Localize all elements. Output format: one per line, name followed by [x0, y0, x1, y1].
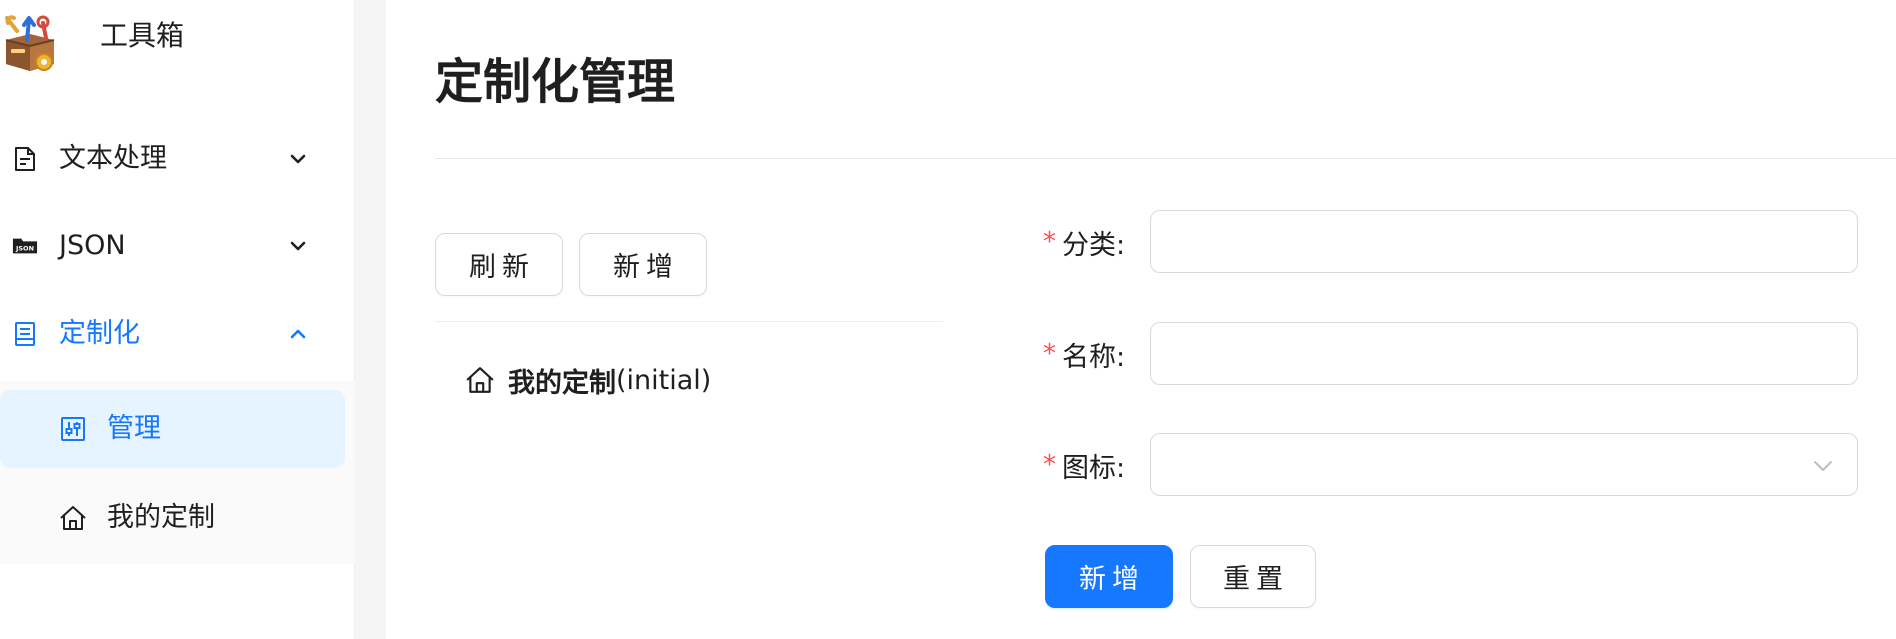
icon-label: * 图标:: [1043, 445, 1125, 485]
chevron-down-icon: [286, 147, 310, 171]
category-label-text: 分类:: [1062, 229, 1126, 261]
required-mark: *: [1043, 339, 1056, 369]
name-label: * 名称:: [1043, 334, 1125, 374]
sliders-icon: [59, 415, 87, 443]
page-title: 定制化管理: [435, 54, 676, 110]
home-icon: [464, 364, 496, 396]
required-mark: *: [1043, 227, 1056, 257]
layout-gutter: [355, 0, 386, 639]
sidebar-subitem-label: 管理: [107, 413, 161, 444]
sidebar-item-text-processing[interactable]: 文本处理: [0, 123, 355, 195]
required-mark: *: [1043, 450, 1056, 480]
sidebar-subitem-my-customization[interactable]: 我的定制: [0, 479, 345, 557]
tree-node-name: 我的定制: [508, 367, 616, 399]
container-icon: [12, 321, 38, 347]
name-label-text: 名称:: [1062, 341, 1126, 373]
chevron-down-icon: [286, 234, 310, 258]
sidebar-item-customization[interactable]: 定制化: [0, 298, 355, 370]
sidebar-item-label: JSON: [59, 230, 126, 261]
chevron-down-icon: [1811, 454, 1835, 478]
file-text-icon: [12, 146, 38, 172]
icon-select[interactable]: [1150, 433, 1858, 496]
name-input[interactable]: [1150, 322, 1858, 385]
title-divider: [435, 158, 1896, 159]
reset-button[interactable]: 重置: [1190, 545, 1316, 608]
sidebar-item-label: 文本处理: [59, 143, 167, 174]
svg-text:JSON: JSON: [15, 245, 34, 253]
tree-node-my-customization[interactable]: 我的定制 (initial): [464, 360, 711, 400]
home-icon: [59, 504, 87, 532]
submit-add-button[interactable]: 新增: [1045, 545, 1173, 608]
refresh-button[interactable]: 刷新: [435, 233, 563, 296]
app-title: 工具箱: [100, 19, 185, 52]
app-root: 工具箱 文本处理 JSON JSON 定制化 管理 我的定制 定制化管理 刷新 …: [0, 0, 1896, 639]
chevron-up-icon: [286, 322, 310, 346]
sidebar-item-label: 定制化: [59, 318, 140, 349]
sidebar-item-json[interactable]: JSON JSON: [0, 210, 355, 282]
category-input[interactable]: [1150, 210, 1858, 273]
list-divider: [435, 321, 943, 322]
icon-label-text: 图标:: [1062, 452, 1126, 484]
sidebar-subitem-label: 我的定制: [107, 502, 215, 533]
sidebar: 工具箱 文本处理 JSON JSON 定制化 管理 我的定制: [0, 0, 355, 639]
tree-node-suffix: (initial): [616, 364, 712, 396]
add-button[interactable]: 新增: [579, 233, 707, 296]
sidebar-subitem-manage[interactable]: 管理: [0, 390, 345, 468]
toolbox-logo-icon: [0, 14, 58, 72]
category-label: * 分类:: [1043, 222, 1125, 262]
json-folder-icon: JSON: [12, 233, 38, 259]
